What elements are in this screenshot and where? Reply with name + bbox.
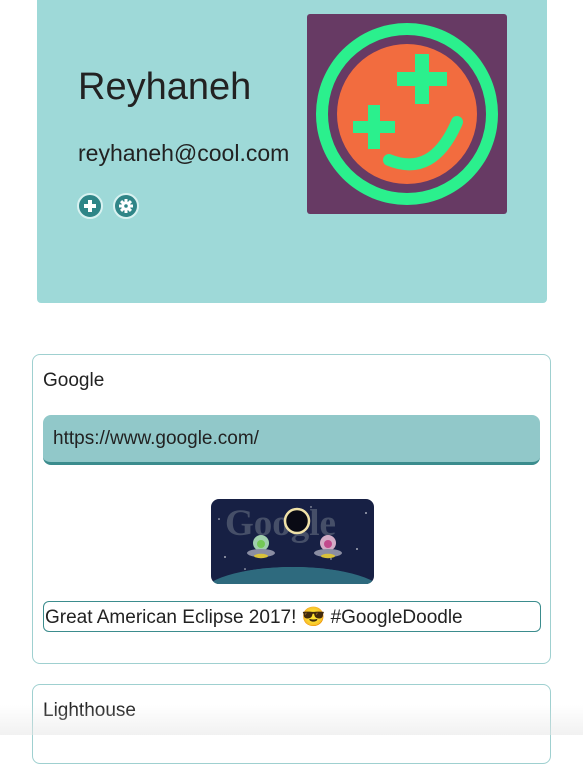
settings-button[interactable] bbox=[113, 193, 139, 219]
profile-name: Reyhaneh bbox=[78, 66, 252, 108]
link-card-title: Google bbox=[43, 370, 105, 391]
url-input[interactable] bbox=[43, 415, 540, 465]
description-input[interactable] bbox=[43, 601, 541, 632]
plus-icon bbox=[84, 200, 96, 212]
profile-email: reyhaneh@cool.com bbox=[78, 140, 290, 166]
profile-avatar bbox=[307, 14, 507, 214]
link-card: Google Google bbox=[32, 354, 551, 664]
smiley-plus-avatar-icon bbox=[307, 14, 507, 214]
link-card: Lighthouse bbox=[32, 684, 551, 764]
doodle-wordmark: Google bbox=[225, 503, 336, 544]
link-card-title: Lighthouse bbox=[43, 700, 136, 721]
google-doodle-image: Google bbox=[211, 499, 374, 584]
link-preview-image: Google bbox=[211, 499, 374, 584]
add-link-button[interactable] bbox=[77, 193, 103, 219]
profile-card: Reyhaneh reyhaneh@cool.com bbox=[37, 0, 547, 303]
gear-icon bbox=[119, 199, 133, 213]
